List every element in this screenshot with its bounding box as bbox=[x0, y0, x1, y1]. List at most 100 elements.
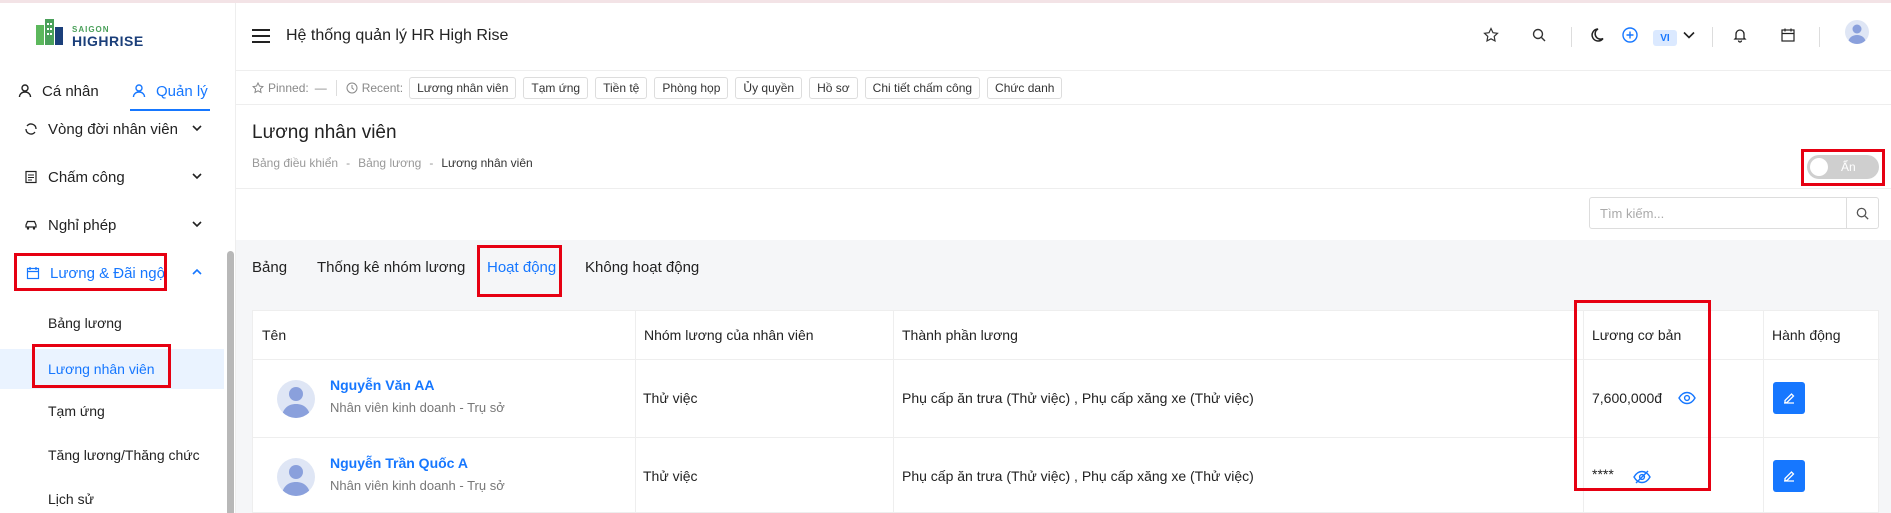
recent-chip[interactable]: Ủy quyền bbox=[735, 76, 803, 99]
search-button[interactable] bbox=[1846, 198, 1878, 228]
sidebar: SAIGON HIGHRISE Cá nhân Quản lý Vòng đời… bbox=[0, 3, 236, 513]
user-icon bbox=[18, 84, 32, 98]
sidebar-subitem-raise-promotion[interactable]: Tăng lương/Thăng chức bbox=[0, 435, 224, 475]
sidebar-item-lifecycle[interactable]: Vòng đời nhân viên bbox=[0, 115, 224, 151]
user-avatar[interactable] bbox=[1845, 20, 1869, 44]
sidebar-subitem-history[interactable]: Lịch sử bbox=[0, 479, 224, 513]
column-header: Lương cơ bản bbox=[1592, 327, 1682, 343]
salary-group: Thử việc bbox=[643, 390, 698, 406]
employee-position: Nhân viên kinh doanh - Trụ sở bbox=[330, 478, 505, 493]
pinbar-divider bbox=[335, 79, 337, 96]
column-header: Hành động bbox=[1772, 327, 1841, 343]
table-row: Nguyễn Văn AA Nhân viên kinh doanh - Trụ… bbox=[253, 359, 1880, 437]
sidebar-subitem-label: Tạm ứng bbox=[48, 403, 105, 419]
pinned-label: Pinned: bbox=[268, 80, 309, 95]
sidebar-item-label: Chấm công bbox=[48, 168, 125, 186]
tab-table[interactable]: Bảng bbox=[252, 240, 287, 294]
role-tabs: Cá nhân Quản lý bbox=[0, 71, 236, 111]
language-selector[interactable]: VI bbox=[1653, 30, 1677, 46]
tab-personal[interactable]: Cá nhân bbox=[18, 71, 99, 111]
recent-label: Recent: bbox=[361, 80, 404, 95]
bell-icon[interactable] bbox=[1730, 25, 1750, 45]
top-header: Hệ thống quản lý HR High Rise VI bbox=[236, 3, 1891, 71]
tab-active[interactable]: Hoạt động bbox=[487, 240, 556, 294]
column-header: Thành phần lương bbox=[902, 327, 1018, 343]
edit-button[interactable] bbox=[1773, 382, 1805, 414]
chevron-down-icon bbox=[192, 125, 202, 132]
refresh-icon bbox=[24, 122, 38, 136]
employee-avatar bbox=[277, 458, 315, 496]
breadcrumb: Bảng điều khiển - Bảng lương - Lương nhâ… bbox=[252, 156, 533, 170]
employee-avatar bbox=[277, 380, 315, 418]
sidebar-subitem-label: Lịch sử bbox=[48, 491, 94, 507]
breadcrumb-separator: - bbox=[429, 156, 434, 170]
breadcrumb-item[interactable]: Bảng lương bbox=[358, 156, 421, 170]
page-divider bbox=[236, 188, 1891, 189]
sidebar-item-label: Vòng đời nhân viên bbox=[48, 120, 178, 138]
add-circle-icon[interactable] bbox=[1620, 25, 1640, 45]
header-divider bbox=[1712, 27, 1713, 47]
sidebar-item-salary-benefits[interactable]: Lương & Đãi ngộ bbox=[0, 251, 224, 295]
recent-chip[interactable]: Hồ sơ bbox=[809, 76, 858, 99]
pencil-icon bbox=[1784, 393, 1795, 404]
user-icon bbox=[132, 84, 146, 98]
employee-name-link[interactable]: Nguyễn Văn AA bbox=[330, 377, 435, 393]
table-row: Nguyễn Trần Quốc A Nhân viên kinh doanh … bbox=[253, 437, 1880, 513]
sidebar-subitem-employee-salary[interactable]: Lương nhân viên bbox=[0, 349, 224, 389]
tab-manager[interactable]: Quản lý bbox=[130, 71, 210, 111]
toggle-knob bbox=[1810, 158, 1828, 176]
base-salary: 7,600,000đ bbox=[1592, 390, 1663, 406]
tab-personal-label: Cá nhân bbox=[42, 82, 99, 100]
employee-name-link[interactable]: Nguyễn Trần Quốc A bbox=[330, 455, 468, 471]
sidebar-item-label: Lương & Đãi ngộ bbox=[50, 264, 165, 282]
sidebar-item-leave[interactable]: Nghỉ phép bbox=[0, 203, 224, 247]
eye-icon[interactable] bbox=[1678, 391, 1696, 405]
chevron-down-icon bbox=[192, 221, 202, 228]
chevron-down-icon[interactable] bbox=[1679, 25, 1699, 45]
recent-chip[interactable]: Chức danh bbox=[987, 76, 1063, 99]
star-icon[interactable] bbox=[1481, 25, 1501, 45]
edit-button[interactable] bbox=[1773, 460, 1805, 492]
sidebar-subitem-label: Lương nhân viên bbox=[48, 361, 155, 377]
car-icon bbox=[24, 218, 38, 232]
breadcrumb-item[interactable]: Bảng điều khiển bbox=[252, 156, 338, 170]
calendar-icon[interactable] bbox=[1778, 25, 1798, 45]
sidebar-item-label: Nghỉ phép bbox=[48, 216, 117, 234]
star-icon bbox=[252, 81, 264, 93]
recent-chip[interactable]: Tạm ứng bbox=[523, 76, 589, 99]
salary-group: Thử việc bbox=[643, 468, 698, 484]
salary-components: Phụ cấp ăn trưa (Thử việc) , Phụ cấp xăn… bbox=[902, 390, 1254, 406]
hide-toggle[interactable]: Ẩn bbox=[1807, 155, 1879, 179]
sidebar-scrollbar[interactable] bbox=[227, 251, 234, 513]
tab-inactive[interactable]: Không hoạt động bbox=[585, 240, 699, 294]
eye-off-icon[interactable] bbox=[1633, 470, 1651, 484]
sidebar-subitem-advance[interactable]: Tạm ứng bbox=[0, 391, 224, 431]
recent-chip[interactable]: Lương nhân viên bbox=[409, 76, 517, 99]
pencil-icon bbox=[1784, 471, 1795, 482]
toggle-label: Ẩn bbox=[1841, 160, 1856, 174]
sidebar-item-attendance[interactable]: Chấm công bbox=[0, 155, 224, 199]
brand-line2: HIGHRISE bbox=[72, 33, 144, 49]
salary-components: Phụ cấp ăn trưa (Thử việc) , Phụ cấp xăn… bbox=[902, 468, 1254, 484]
search-input[interactable] bbox=[1590, 198, 1848, 228]
moon-icon[interactable] bbox=[1589, 25, 1609, 45]
tab-salary-group-stats[interactable]: Thống kê nhóm lương bbox=[317, 240, 465, 294]
chevron-up-icon bbox=[192, 268, 202, 275]
breadcrumb-current: Lương nhân viên bbox=[441, 156, 533, 170]
tab-manager-label: Quản lý bbox=[156, 82, 208, 100]
sidebar-subitem-payroll[interactable]: Bảng lương bbox=[0, 303, 224, 343]
search-icon bbox=[1856, 207, 1869, 220]
status-tabs: Bảng Thống kê nhóm lương Hoạt động Không… bbox=[236, 240, 1891, 294]
column-header: Tên bbox=[262, 327, 287, 343]
pinned-recent-bar: Pinned: — Recent: Lương nhân viên Tạm ứn… bbox=[236, 71, 1891, 105]
menu-toggle-icon[interactable] bbox=[252, 29, 270, 45]
breadcrumb-separator: - bbox=[346, 156, 351, 170]
sidebar-subitem-label: Tăng lương/Thăng chức bbox=[48, 447, 200, 463]
brand-logo[interactable]: SAIGON HIGHRISE bbox=[34, 17, 164, 51]
base-salary-masked: **** bbox=[1592, 466, 1614, 482]
search-icon[interactable] bbox=[1529, 25, 1549, 45]
header-divider bbox=[1571, 27, 1572, 47]
recent-chip[interactable]: Chi tiết chấm công bbox=[864, 76, 981, 99]
recent-chip[interactable]: Tiền tệ bbox=[595, 76, 648, 99]
recent-chip[interactable]: Phòng họp bbox=[654, 76, 729, 99]
